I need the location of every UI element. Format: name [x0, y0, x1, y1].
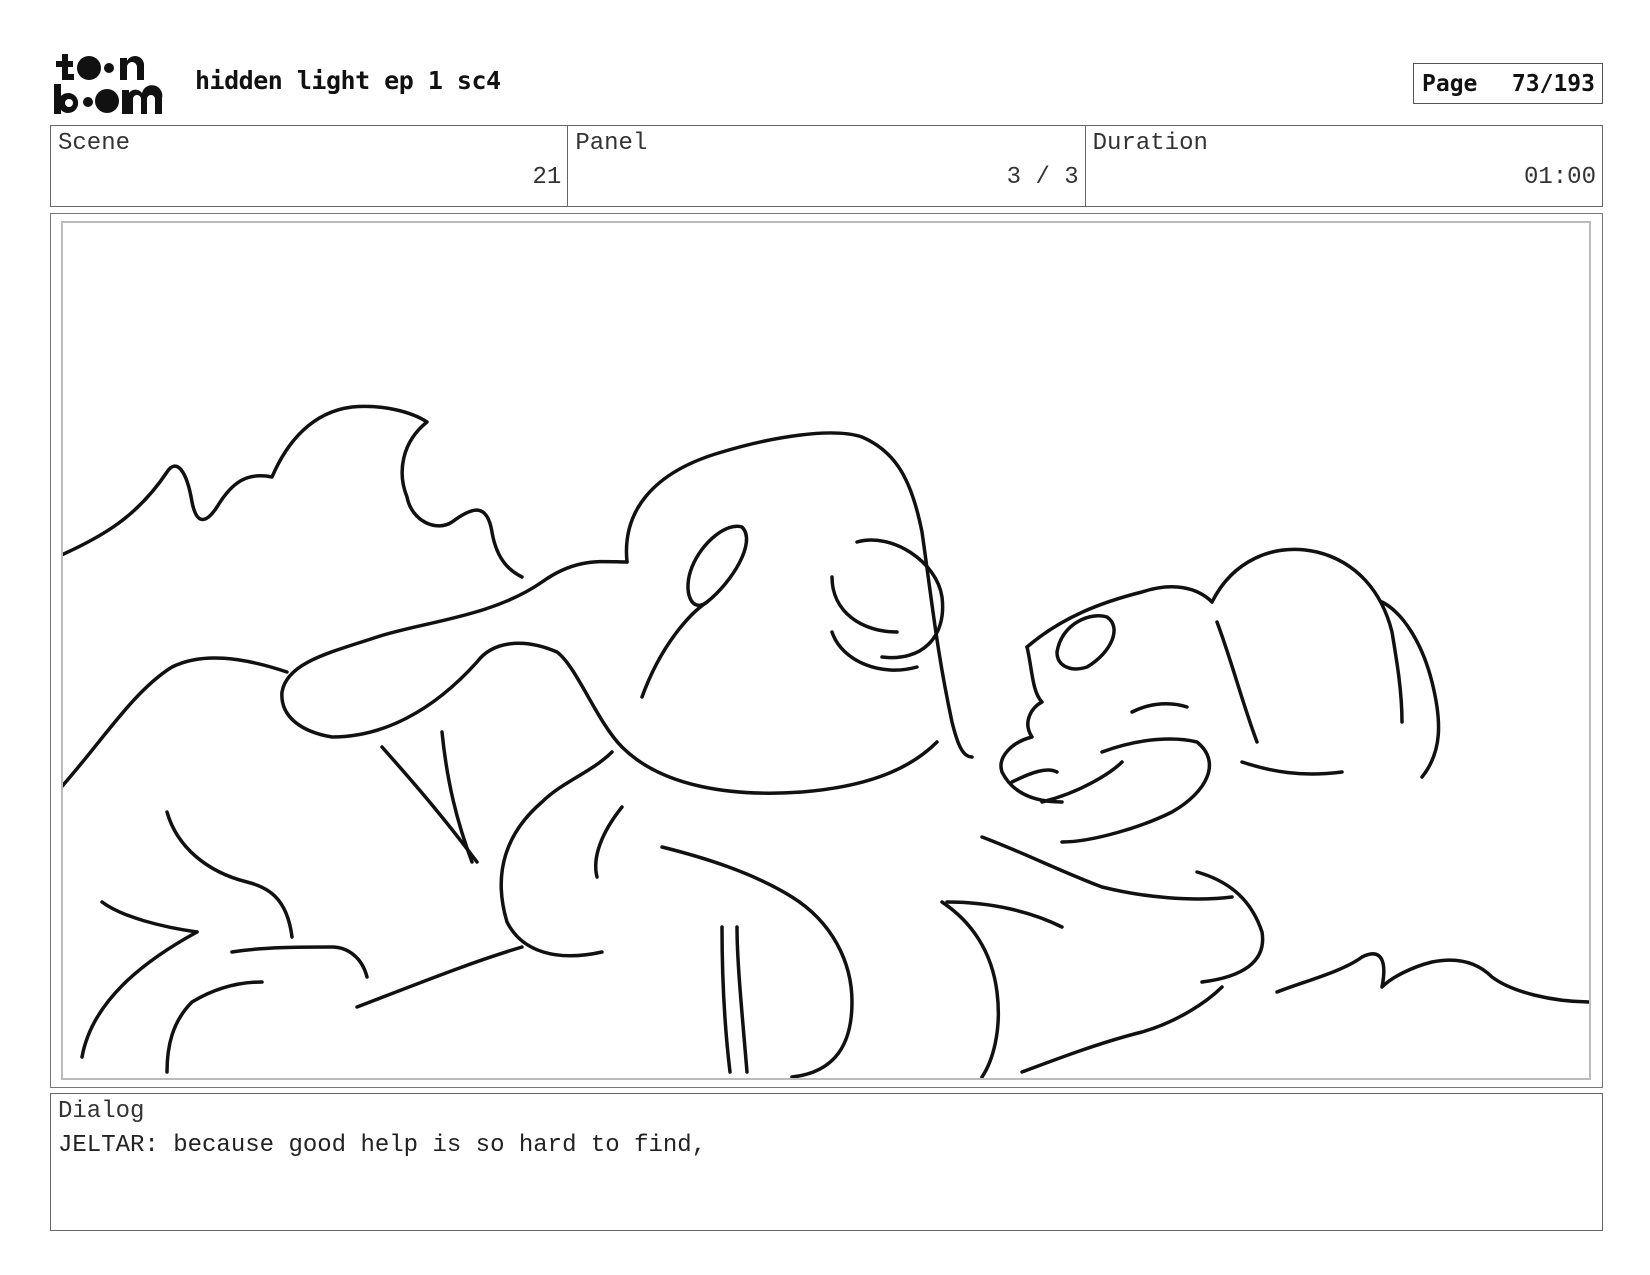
scene-value: 21: [532, 164, 562, 191]
panel-label: Panel: [575, 130, 648, 157]
sketch-illustration: [63, 404, 1589, 1078]
scene-label: Scene: [58, 130, 131, 157]
page-value: 73/193: [1511, 70, 1595, 97]
panel-info-bar: Scene 21 Panel 3 / 3 Duration 01:00: [50, 125, 1603, 207]
panel-cell: Panel 3 / 3: [568, 126, 1086, 206]
duration-label: Duration: [1092, 130, 1208, 157]
scene-cell: Scene 21: [51, 126, 569, 206]
page-counter: Page 73/193: [1413, 63, 1603, 104]
duration-cell: Duration 01:00: [1086, 126, 1602, 206]
dialog-box: Dialog JELTAR: because good help is so h…: [50, 1093, 1603, 1231]
storyboard-panel-drawing: [61, 221, 1591, 1080]
storyboard-title: hidden light ep 1 sc4: [195, 66, 501, 95]
panel-value: 3 / 3: [1006, 164, 1079, 191]
page-label: Page: [1422, 70, 1478, 97]
duration-value: 01:00: [1523, 164, 1596, 191]
dialog-label: Dialog: [58, 1098, 145, 1125]
dialog-text: JELTAR: because good help is so hard to …: [58, 1132, 707, 1159]
toonboom-logo: [52, 52, 172, 116]
